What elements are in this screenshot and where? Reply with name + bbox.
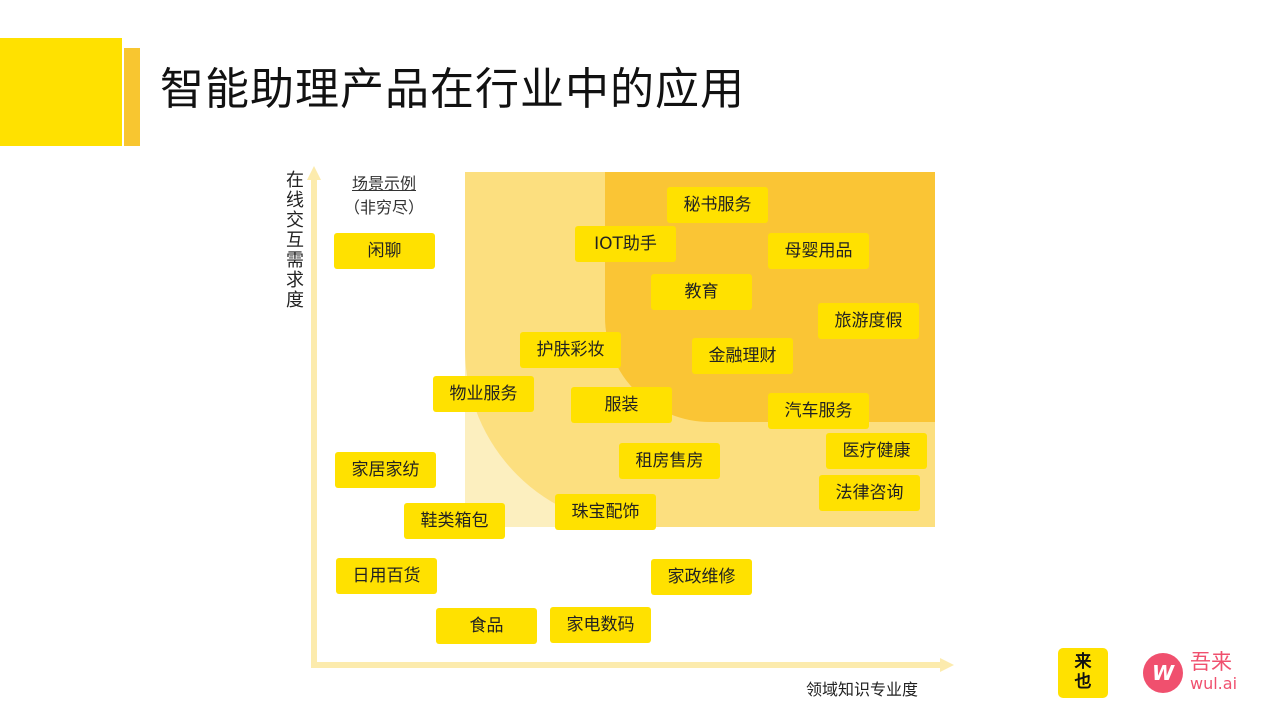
tag-jiazheng: 家政维修	[651, 559, 752, 595]
tag-yiliao: 医疗健康	[826, 433, 927, 469]
page-title: 智能助理产品在行业中的应用	[160, 64, 745, 115]
y-axis-arrow-icon	[307, 166, 321, 180]
x-axis-arrow-icon	[940, 658, 954, 672]
tag-xianliao: 闲聊	[334, 233, 435, 269]
tag-fuzhuang: 服装	[571, 387, 672, 423]
tag-qiche: 汽车服务	[768, 393, 869, 429]
examples-heading: 场景示例 （非穷尽）	[334, 172, 434, 220]
tag-zufang: 租房售房	[619, 443, 720, 479]
tag-mishu: 秘书服务	[667, 187, 768, 223]
tag-jiaoyu: 教育	[651, 274, 752, 310]
tag-jiaju: 家居家纺	[335, 452, 436, 488]
decorative-gold-stripe	[124, 48, 140, 146]
tag-lvyou: 旅游度假	[818, 303, 919, 339]
laiye-logo-line1: 来	[1074, 652, 1092, 672]
tag-iot: IOT助手	[575, 226, 676, 262]
y-axis-line	[311, 178, 317, 668]
laiye-logo-line2: 也	[1074, 672, 1092, 692]
tag-wuye: 物业服务	[433, 376, 534, 412]
tag-jiadian: 家电数码	[550, 607, 651, 643]
x-axis-label: 领域知识专业度	[806, 680, 919, 699]
tag-riyong: 日用百货	[336, 558, 437, 594]
tag-xielei: 鞋类箱包	[404, 503, 505, 539]
y-axis-label: 在线交互需求度	[283, 170, 304, 310]
tag-zhubao: 珠宝配饰	[555, 494, 656, 530]
tag-falv: 法律咨询	[819, 475, 920, 511]
x-axis-line	[311, 662, 941, 668]
examples-heading-note: （非穷尽）	[343, 198, 424, 217]
laiye-logo: 来 也	[1058, 648, 1108, 698]
decorative-yellow-block	[0, 38, 122, 146]
tag-muying: 母婴用品	[768, 233, 869, 269]
wulai-logo-domain: wul.ai	[1190, 674, 1238, 693]
tag-hufu: 护肤彩妆	[520, 332, 621, 368]
tag-shipin: 食品	[436, 608, 537, 644]
wulai-logo-name: 吾来	[1190, 650, 1232, 674]
wulai-logo-icon: W	[1143, 653, 1183, 693]
tag-jinrong: 金融理财	[692, 338, 793, 374]
examples-heading-title: 场景示例	[351, 174, 416, 193]
